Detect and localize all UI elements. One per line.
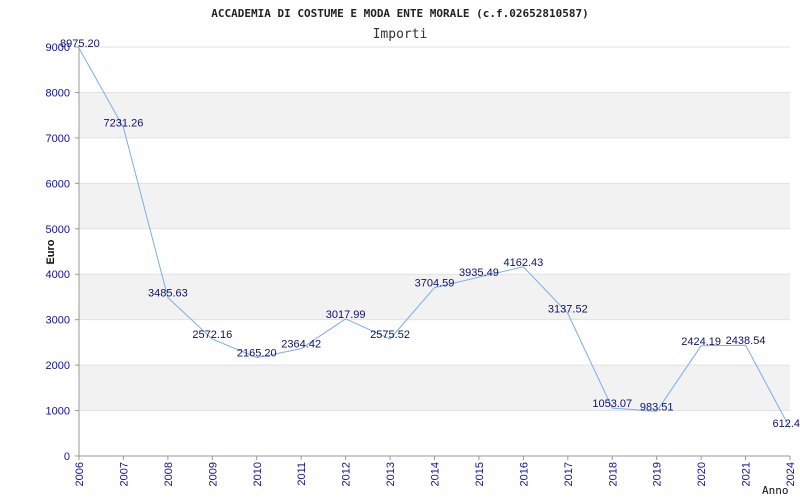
y-tick-label: 0 (64, 451, 70, 463)
grid-band (79, 228, 790, 275)
data-label: 2364.42 (281, 339, 321, 351)
data-label: 4162.43 (503, 257, 543, 269)
x-tick-label: 2020 (696, 462, 708, 486)
y-tick-label: 6000 (46, 178, 70, 190)
x-tick-label: 2007 (118, 462, 130, 486)
x-tick-label: 2015 (474, 462, 486, 486)
data-label: 3485.63 (148, 288, 188, 300)
x-tick-label: 2011 (296, 462, 308, 486)
grid-band (79, 137, 790, 184)
x-tick-label: 2024 (785, 462, 797, 486)
data-label: 7231.26 (104, 117, 144, 129)
data-label: 1053.07 (592, 398, 632, 410)
data-label: 3935.49 (459, 267, 499, 279)
x-tick-label: 2009 (207, 462, 219, 486)
data-label: 2572.16 (192, 329, 232, 341)
data-label: 2575.52 (370, 329, 410, 341)
y-tick-label: 1000 (46, 406, 70, 418)
chart-subtitle: Importi (373, 27, 428, 42)
y-tick-label: 4000 (46, 269, 70, 281)
y-tick-label: 2000 (46, 360, 70, 372)
grid-band (79, 47, 790, 93)
line-chart: ACCADEMIA DI COSTUME E MODA ENTE MORALE … (45, 7, 800, 497)
data-label: 2424.19 (681, 336, 721, 348)
x-tick-label: 2018 (607, 462, 619, 486)
grid-band (79, 92, 790, 138)
x-tick-label: 2014 (430, 462, 442, 486)
y-tick-label: 7000 (46, 133, 70, 145)
x-tick-label: 2019 (652, 462, 664, 486)
x-axis-ticks: 2006 2007 2008 2009 2010 2011 2012 2013 2014 2015… (74, 456, 797, 486)
x-tick-label: 2017 (563, 462, 575, 486)
x-tick-label: 2010 (252, 462, 264, 486)
x-axis-label: Anno (762, 484, 789, 497)
x-tick-label: 2016 (518, 462, 530, 486)
x-tick-label: 2021 (741, 462, 753, 486)
grid-band (79, 183, 790, 229)
data-label: 3017.99 (326, 309, 366, 321)
chart-title: ACCADEMIA DI COSTUME E MODA ENTE MORALE … (211, 7, 589, 20)
grid-band (79, 410, 790, 456)
data-label: 3704.59 (415, 278, 455, 290)
y-tick-label: 5000 (46, 224, 70, 236)
data-label: 612.4 (772, 418, 800, 430)
data-label: 8975.20 (60, 38, 100, 50)
data-label: 983.51 (640, 401, 674, 413)
x-tick-label: 2006 (74, 462, 86, 486)
x-tick-label: 2013 (385, 462, 397, 486)
y-tick-label: 3000 (46, 315, 70, 327)
data-label: 3137.52 (548, 303, 588, 315)
data-label: 2165.20 (237, 348, 277, 360)
x-tick-label: 2008 (163, 462, 175, 486)
grid-bands (79, 46, 790, 457)
data-label: 2438.54 (726, 335, 766, 347)
y-tick-label: 8000 (46, 87, 70, 99)
y-axis-label: Euro (45, 239, 57, 264)
x-tick-label: 2012 (341, 462, 353, 486)
